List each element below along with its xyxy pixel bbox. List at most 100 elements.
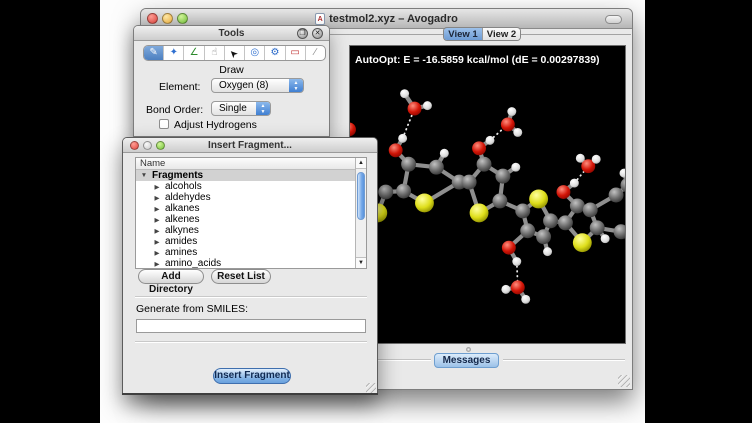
bond-order-value: Single: [219, 103, 247, 114]
tools-window: Tools ❐ ✕ ✎✦∠☝➤◎⚙▭∕ Draw Element: Oxygen…: [133, 25, 330, 137]
tree-item[interactable]: ▶ amino_acids: [136, 258, 355, 269]
gl-viewport[interactable]: AutoOpt: E = -16.5859 kcal/mol (dE = 0.0…: [349, 45, 626, 344]
window-bottom-edge: [122, 393, 378, 395]
list-column-header[interactable]: Name: [136, 158, 355, 170]
expand-triangle-icon[interactable]: ▶: [153, 194, 161, 202]
atom-O: [472, 141, 486, 155]
atom-C: [570, 198, 585, 213]
main-resize-grip[interactable]: [618, 375, 630, 387]
tree-item-label: aldehydes: [165, 192, 211, 203]
tree-item-label: amines: [165, 247, 197, 258]
minimize-button[interactable]: [143, 141, 152, 150]
atom-H: [570, 179, 579, 188]
bond-order-popup[interactable]: Single ▲▼: [211, 101, 271, 116]
close-palette-icon[interactable]: ✕: [312, 28, 323, 39]
screenshot-stage: A testmol2.xyz – Avogadro View 1 View 2: [0, 0, 752, 423]
insert-fragment-button[interactable]: Insert Fragment: [213, 368, 291, 384]
auto-optimize-tool-icon: ⚙: [270, 48, 279, 58]
auto-rotate-tool-icon: ◎: [250, 48, 259, 58]
atom-C: [558, 215, 573, 230]
list-scrollbar[interactable]: ▲ ▼: [355, 158, 366, 268]
document-icon: A: [315, 13, 325, 25]
atom-H: [543, 247, 552, 256]
auto-optimize-tool[interactable]: ⚙: [265, 46, 285, 60]
popup-stepper-icon: ▲▼: [289, 79, 303, 92]
atom-H: [398, 134, 407, 143]
atom-O: [511, 280, 525, 294]
fragment-resize-grip[interactable]: [366, 383, 376, 393]
atom-H: [512, 257, 521, 266]
tree-item[interactable]: ▶alkenes: [136, 214, 355, 225]
draw-tool[interactable]: ✎: [144, 46, 164, 60]
expand-triangle-icon[interactable]: ▶: [153, 205, 161, 213]
atom-C: [378, 185, 393, 200]
tree-item[interactable]: ▶ amines: [136, 247, 355, 258]
collapse-triangle-icon[interactable]: ▼: [140, 172, 148, 179]
selection-tool[interactable]: ➤: [225, 46, 245, 60]
fragment-titlebar[interactable]: Insert Fragment...: [123, 138, 377, 153]
tree-item[interactable]: ▶alcohols: [136, 181, 355, 192]
atom-C: [590, 220, 605, 235]
expand-triangle-icon[interactable]: ▶: [153, 227, 161, 235]
atom-H: [576, 154, 585, 163]
atom-H: [513, 128, 522, 137]
expand-triangle-icon[interactable]: ▶: [153, 238, 161, 246]
atom-H: [521, 295, 530, 304]
view-tabbar: View 1 View 2: [443, 27, 521, 41]
atom-O: [501, 118, 515, 132]
atom-S: [529, 190, 548, 209]
close-button[interactable]: [130, 141, 139, 150]
atom-C: [492, 194, 507, 209]
popup-stepper-icon: ▲▼: [256, 102, 270, 115]
tools-titlebar[interactable]: Tools ❐ ✕: [134, 26, 329, 41]
atom-C: [536, 229, 551, 244]
navigate-tool-icon: ✦: [170, 48, 178, 58]
atom-H: [486, 136, 495, 145]
atom-C: [609, 188, 624, 203]
auto-rotate-tool[interactable]: ◎: [245, 46, 265, 60]
tree-item-root[interactable]: ▼Fragments: [136, 170, 355, 181]
tree-item[interactable]: ▶ aldehydes: [136, 192, 355, 203]
atom-H: [501, 285, 510, 294]
smiles-input[interactable]: [136, 319, 366, 333]
zoom-button[interactable]: [177, 13, 188, 24]
fragment-rows: ▼Fragments▶alcohols▶aldehydes▶alkanes▶al…: [136, 170, 355, 268]
separator: [135, 296, 367, 298]
reset-list-button[interactable]: Reset List: [211, 269, 271, 284]
expand-triangle-icon[interactable]: ▶: [153, 216, 161, 224]
tree-item-label: amino_acids: [165, 258, 221, 269]
scroll-up-icon[interactable]: ▲: [356, 158, 366, 169]
tree-item[interactable]: ▶amides: [136, 236, 355, 247]
element-popup[interactable]: Oxygen (8) ▲▼: [211, 78, 304, 93]
minimize-button[interactable]: [162, 13, 173, 24]
active-tool-name: Draw: [134, 64, 329, 76]
bond-centric-tool[interactable]: ∠: [184, 46, 204, 60]
align-tool[interactable]: ∕: [306, 46, 325, 60]
scrollbar-thumb[interactable]: [357, 172, 365, 220]
close-button[interactable]: [147, 13, 158, 24]
expand-triangle-icon[interactable]: ▶: [153, 249, 161, 257]
atom-O: [350, 122, 356, 136]
adjust-hydrogens-checkbox[interactable]: [159, 119, 169, 129]
splitter-handle[interactable]: [466, 347, 471, 352]
draw-tool-icon: ✎: [149, 48, 157, 58]
navigate-tool[interactable]: ✦: [164, 46, 184, 60]
float-window-icon[interactable]: ❐: [297, 28, 308, 39]
bond-centric-tool-icon: ∠: [190, 48, 199, 58]
tree-item[interactable]: ▶alkanes: [136, 203, 355, 214]
tab-view-1[interactable]: View 1: [444, 28, 482, 40]
toolbar-lozenge-button[interactable]: [605, 15, 622, 24]
tree-item[interactable]: ▶alkynes: [136, 225, 355, 236]
atom-C: [583, 202, 598, 217]
tab-view-2[interactable]: View 2: [482, 28, 520, 40]
manipulate-tool[interactable]: ☝: [205, 46, 225, 60]
expand-triangle-icon[interactable]: ▶: [153, 183, 161, 191]
atom-C: [495, 169, 510, 184]
messages-button[interactable]: Messages: [434, 353, 499, 368]
expand-triangle-icon[interactable]: ▶: [153, 260, 161, 268]
measure-tool[interactable]: ▭: [286, 46, 306, 60]
atom-S: [573, 233, 592, 252]
scroll-down-icon[interactable]: ▼: [356, 257, 366, 268]
add-directory-button[interactable]: Add Directory: [138, 269, 204, 284]
zoom-button[interactable]: [156, 141, 165, 150]
